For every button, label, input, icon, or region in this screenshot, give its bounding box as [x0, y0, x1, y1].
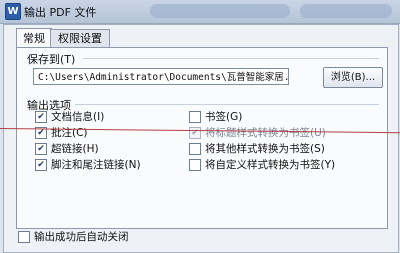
- separator-line: [75, 104, 379, 105]
- blurred-title-region: [150, 4, 290, 18]
- title-bar: W 输出 PDF 文件: [0, 0, 400, 24]
- checkbox[interactable]: ✔: [35, 111, 47, 123]
- app-icon: W: [5, 3, 21, 20]
- checkbox[interactable]: ✔: [35, 143, 47, 155]
- checkbox[interactable]: [189, 111, 201, 123]
- save-to-label: 保存到(T): [27, 53, 76, 66]
- tab-permissions[interactable]: 权限设置: [50, 29, 110, 47]
- separator-line: [83, 58, 379, 59]
- save-path-input[interactable]: C:\Users\Administrator\Documents\瓦普智能家居.…: [33, 68, 289, 85]
- tab-general[interactable]: 常规: [16, 28, 52, 48]
- checkbox[interactable]: [189, 143, 201, 155]
- general-panel: 保存到(T) C:\Users\Administrator\Documents\…: [16, 47, 388, 229]
- export-pdf-dialog: 常规 权限设置 保存到(T) C:\Users\Administrator\Do…: [3, 24, 399, 253]
- checkbox[interactable]: [18, 231, 30, 243]
- checkbox[interactable]: ✔: [35, 159, 47, 171]
- checkbox[interactable]: [189, 159, 201, 171]
- window-title: 输出 PDF 文件: [24, 6, 97, 19]
- browse-button[interactable]: 浏览(B)...: [323, 67, 383, 88]
- checkbox: ✔: [189, 127, 201, 139]
- blurred-title-region: [300, 4, 392, 18]
